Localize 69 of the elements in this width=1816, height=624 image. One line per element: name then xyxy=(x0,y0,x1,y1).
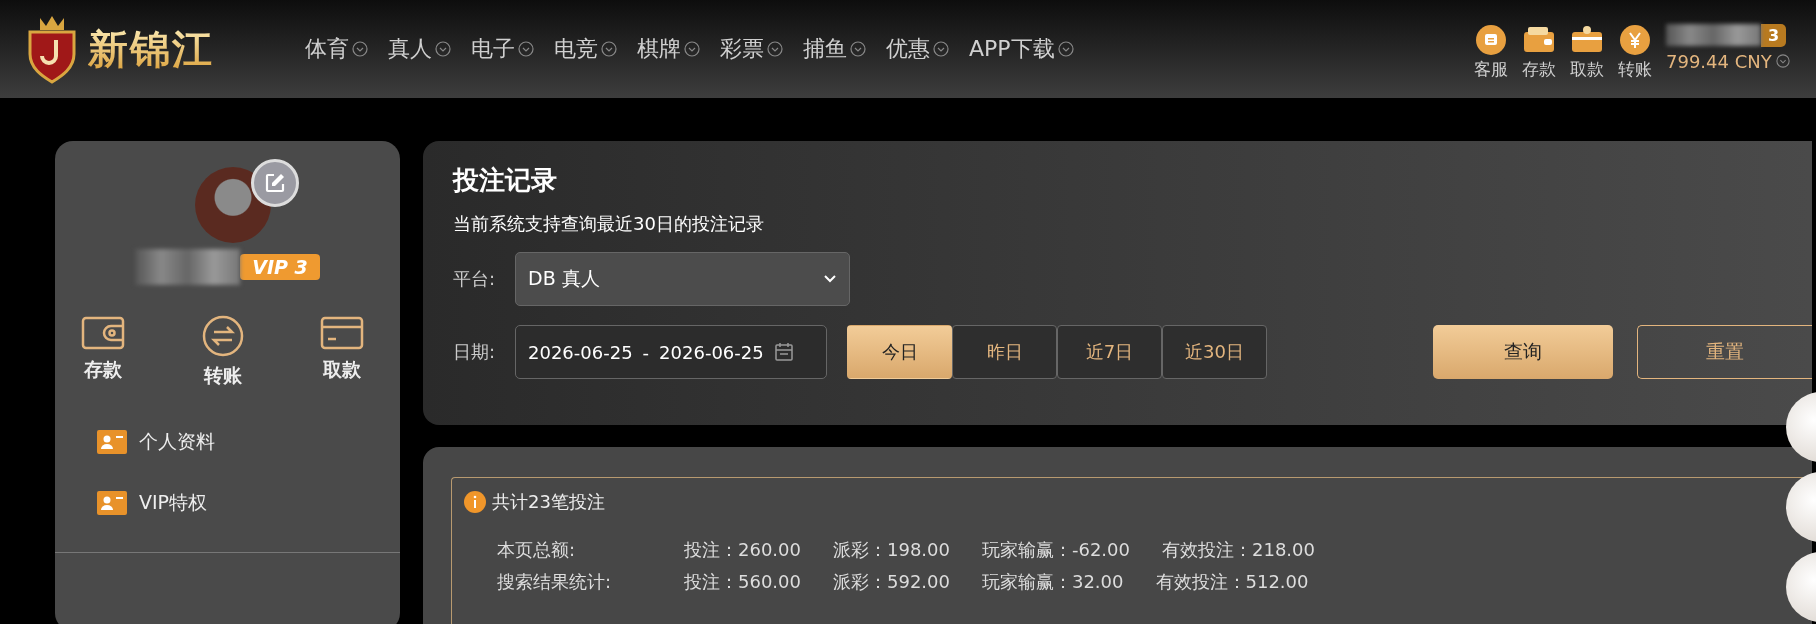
nav-link[interactable]: APP下载 xyxy=(969,34,1074,64)
end-date: 2026-06-25 xyxy=(659,341,764,363)
stat-label: 搜索结果统计: xyxy=(497,570,613,594)
chat-icon xyxy=(1475,23,1507,56)
info-icon xyxy=(464,491,486,513)
search-button[interactable]: 查询 xyxy=(1433,325,1613,379)
stat-value: 投注：560.00 xyxy=(684,570,801,594)
page-title: 投注记录 xyxy=(453,164,558,197)
date-range-tab[interactable]: 近30日 xyxy=(1162,325,1267,379)
balance[interactable]: 799.44 CNY xyxy=(1666,50,1790,72)
total-count: 共计23笔投注 xyxy=(492,490,605,514)
card-icon xyxy=(320,315,364,351)
chevron-down-icon xyxy=(435,41,451,57)
date-range-tab[interactable]: 近7日 xyxy=(1057,325,1162,379)
vip-level-tag: VIP 3 xyxy=(240,254,320,280)
chevron-down-icon xyxy=(850,41,866,57)
quick-action-button[interactable]: 客服 xyxy=(1474,23,1508,81)
account-action-button[interactable]: 转账 xyxy=(201,315,244,389)
nav-link[interactable]: 捕鱼 xyxy=(803,34,866,64)
edit-icon xyxy=(263,172,286,194)
edit-button[interactable] xyxy=(250,159,299,207)
platform-select[interactable]: DB 真人 xyxy=(515,252,850,306)
chevron-down-icon xyxy=(518,41,534,57)
chevron-down-icon xyxy=(1775,54,1790,68)
chevron-down-icon xyxy=(1057,41,1074,57)
stat-value: 派彩：198.00 xyxy=(833,538,950,562)
yuan-coin-icon xyxy=(1619,23,1651,56)
chevron-down-icon xyxy=(684,41,700,57)
account-action-button[interactable]: 取款 xyxy=(320,315,364,389)
wallet-icon xyxy=(81,315,125,351)
date-range-tab[interactable]: 今日 xyxy=(847,325,952,379)
vip-badge: 3 xyxy=(1761,23,1787,47)
nav-link[interactable]: 彩票 xyxy=(720,34,783,64)
chevron-down-icon xyxy=(601,41,617,57)
stat-value: 有效投注：218.00 xyxy=(1162,538,1315,562)
stat-value: 有效投注：512.00 xyxy=(1155,570,1309,594)
stat-value: 玩家输赢：-62.00 xyxy=(981,538,1130,562)
calendar-icon xyxy=(773,342,794,362)
stat-value: 投注：260.00 xyxy=(684,538,801,562)
id-card-icon xyxy=(97,430,127,454)
date-range-field[interactable]: 2026-06-25 - 2026-06-25 xyxy=(515,325,827,379)
start-date: 2026-06-25 xyxy=(528,341,633,363)
date-range-tab[interactable]: 昨日 xyxy=(952,325,1057,379)
stat-value: 派彩：592.00 xyxy=(833,570,950,594)
nav-link[interactable]: 真人 xyxy=(388,34,451,64)
nav-link[interactable]: 体育 xyxy=(305,34,368,64)
quick-action-button[interactable]: 转账 xyxy=(1618,23,1652,81)
quick-action-button[interactable]: 取款 xyxy=(1570,23,1604,81)
transfer-icon xyxy=(201,315,244,357)
chevron-down-icon xyxy=(767,41,783,57)
chevron-down-icon xyxy=(823,274,837,284)
reset-button[interactable]: 重置 xyxy=(1637,325,1812,379)
field-label: 平台: xyxy=(453,267,497,291)
profile-menu-item[interactable]: 个人资料 xyxy=(97,429,400,455)
nav-link[interactable]: 电竞 xyxy=(554,34,617,64)
nav-link[interactable]: 优惠 xyxy=(886,34,949,64)
account-action-button[interactable]: 存款 xyxy=(81,315,125,389)
nav-link[interactable]: 棋牌 xyxy=(637,34,700,64)
subtitle: 当前系统支持查询最近30日的投注记录 xyxy=(453,212,765,236)
nav-link[interactable]: 电子 xyxy=(471,34,534,64)
profile-menu-item[interactable]: VIP特权 xyxy=(97,490,400,516)
date-separator: - xyxy=(642,341,650,363)
stat-label: 本页总额: xyxy=(497,538,577,562)
id-card-icon xyxy=(97,491,127,515)
quick-action-button[interactable]: 存款 xyxy=(1522,23,1556,81)
stat-value: 玩家输赢：32.00 xyxy=(981,570,1124,594)
chevron-down-icon xyxy=(933,41,949,57)
field-label: 日期: xyxy=(453,340,497,364)
chevron-down-icon xyxy=(352,41,368,57)
